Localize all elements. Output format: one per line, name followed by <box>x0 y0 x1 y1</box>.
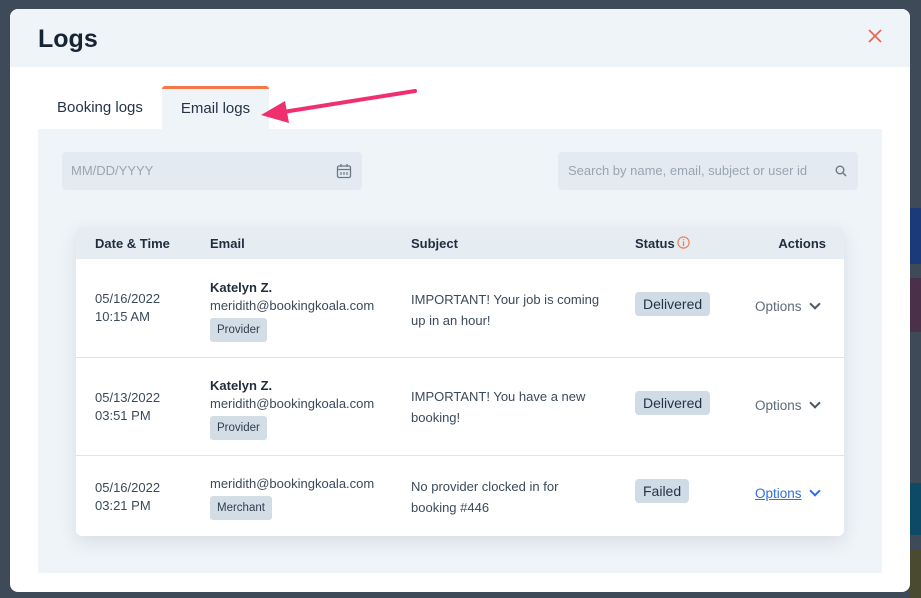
row-name: Katelyn Z. <box>210 378 273 393</box>
row-subject: booking! <box>411 410 461 425</box>
role-badge: Provider <box>210 318 267 342</box>
status-badge: Delivered <box>635 292 711 316</box>
row-subject: IMPORTANT! Your job is coming <box>411 292 600 307</box>
row-email: meridith@bookingkoala.com <box>210 298 375 313</box>
header-status: Status <box>635 236 675 251</box>
chevron-down-icon[interactable] <box>808 485 821 497</box>
chevron-down-icon[interactable] <box>808 397 821 409</box>
row-date: 05/13/2022 <box>95 390 161 405</box>
options-dropdown[interactable]: Options <box>755 485 821 501</box>
search-placeholder: Search by name, email, subject or user i… <box>568 163 808 178</box>
email-logs-table: Date & Time Email Subject Status Actions… <box>76 227 844 536</box>
search-icon[interactable] <box>835 165 847 177</box>
modal-title: Logs <box>38 25 98 53</box>
status-badge: Failed <box>635 479 690 503</box>
role-badge: Provider <box>210 416 267 440</box>
background-block <box>910 550 921 598</box>
row-subject: booking #446 <box>411 500 490 515</box>
table-row: 05/13/2022 03:51 PM Katelyn Z. meridith@bo… <box>76 358 844 456</box>
background-block <box>910 208 921 264</box>
header-date: Date & Time <box>95 236 170 251</box>
options-dropdown[interactable]: Options <box>755 397 821 413</box>
header-email: Email <box>210 236 245 251</box>
status-badge: Delivered <box>635 391 711 415</box>
tab-booking-logs[interactable]: Booking logs <box>38 86 162 129</box>
options-button[interactable]: Options <box>755 486 802 501</box>
row-time: 03:21 PM <box>95 498 151 513</box>
table-row: 05/16/2022 10:15 AM Katelyn Z. meridith@bo… <box>76 259 844 358</box>
row-name: Katelyn Z. <box>210 280 273 295</box>
options-button[interactable]: Options <box>755 398 802 413</box>
row-subject: IMPORTANT! You have a new <box>411 389 586 404</box>
tab-bar: Booking logs Email logs <box>38 86 270 129</box>
date-placeholder: MM/DD/YYYY <box>71 163 154 178</box>
tab-email-logs[interactable]: Email logs <box>161 86 270 129</box>
row-date: 05/16/2022 <box>95 480 161 495</box>
row-date: 05/16/2022 <box>95 291 161 306</box>
header-actions: Actions <box>778 236 826 251</box>
row-email: meridith@bookingkoala.com <box>210 476 375 491</box>
info-icon[interactable] <box>677 236 690 249</box>
table-header: Date & Time Email Subject Status Actions <box>76 227 844 259</box>
calendar-icon[interactable] <box>336 163 352 179</box>
annotation-arrow-icon <box>261 89 417 123</box>
email-logs-panel: MM/DD/YYYY Search by name, email, subjec… <box>38 129 882 573</box>
row-subject: up in an hour! <box>411 313 491 328</box>
chevron-down-icon[interactable] <box>808 298 821 310</box>
role-badge: Merchant <box>210 496 272 520</box>
search-input[interactable]: Search by name, email, subject or user i… <box>558 152 858 190</box>
header-subject: Subject <box>411 236 458 251</box>
row-time: 03:51 PM <box>95 408 151 423</box>
background-block <box>910 483 921 535</box>
modal-header: Logs <box>10 9 910 67</box>
background-block <box>910 278 921 332</box>
close-icon[interactable] <box>866 27 884 45</box>
row-subject: No provider clocked in for <box>411 479 559 494</box>
options-dropdown[interactable]: Options <box>755 298 821 314</box>
table-row: 05/16/2022 03:21 PM meridith@bookingkoala… <box>76 456 844 536</box>
options-button[interactable]: Options <box>755 299 802 314</box>
logs-modal: Logs Booking logs Email logs MM/DD/YYYY … <box>10 9 910 592</box>
date-filter-input[interactable]: MM/DD/YYYY <box>62 152 362 190</box>
row-email: meridith@bookingkoala.com <box>210 396 375 411</box>
row-time: 10:15 AM <box>95 309 150 324</box>
